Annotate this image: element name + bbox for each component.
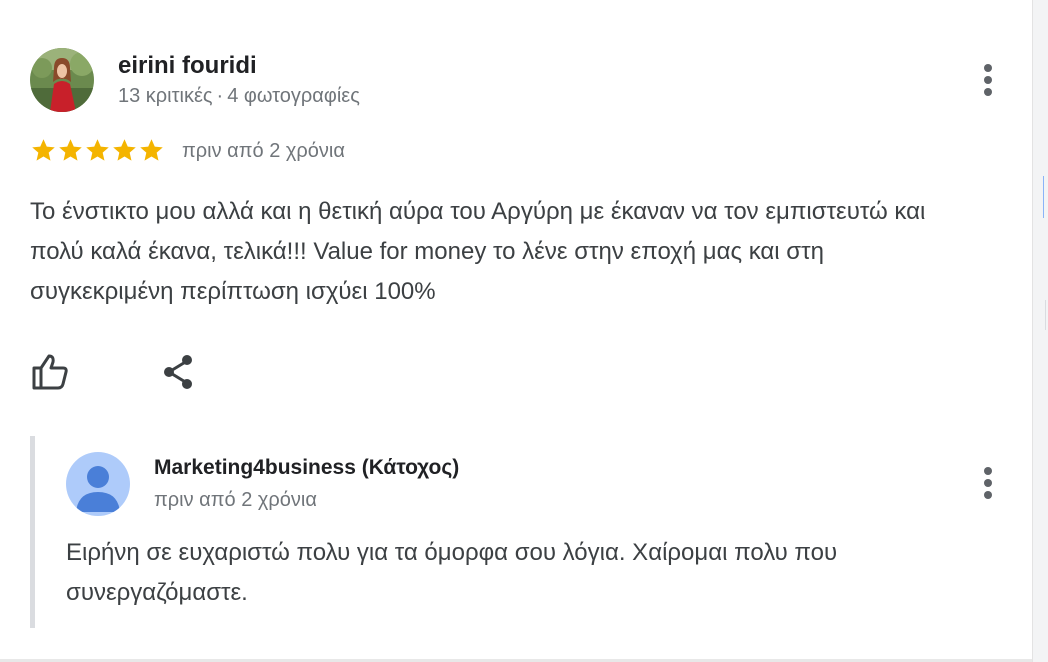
reviewer-photo	[30, 48, 94, 112]
reviewer-name[interactable]: eirini fouridi	[118, 52, 257, 80]
reviewer-meta: 13 κριτικές · 4 φωτογραφίες	[118, 85, 360, 108]
reply-indent-bar	[30, 436, 35, 628]
map-road-line	[1037, 300, 1046, 330]
reply-time: πριν από 2 χρόνια	[154, 489, 317, 511]
star-icon	[113, 139, 136, 161]
star-icon	[86, 139, 109, 161]
thumbs-up-icon	[32, 354, 68, 390]
review-time: πριν από 2 χρόνια	[182, 140, 345, 162]
meta-separator: ·	[216, 85, 224, 107]
reply-text: Ειρήνη σε ευχαριστώ πολυ για τα όμορφα σ…	[66, 539, 838, 606]
person-icon	[76, 466, 120, 512]
star-icon	[59, 139, 82, 161]
reply-more-button[interactable]	[976, 463, 1000, 503]
like-button[interactable]	[28, 350, 72, 394]
share-icon	[164, 355, 192, 389]
review-more-button[interactable]	[976, 60, 1000, 100]
review-text: Το ένστικτο μου αλλά και η θετική αύρα τ…	[30, 198, 926, 305]
map-edge-strip	[1032, 0, 1048, 662]
share-button[interactable]	[156, 350, 200, 394]
owner-name[interactable]: Marketing4business (Κάτοχος)	[154, 456, 459, 480]
reviews-count: 13 κριτικές	[118, 85, 213, 107]
star-icon	[140, 139, 163, 161]
star-rating	[30, 137, 165, 164]
star-icon	[32, 139, 55, 161]
map-marker-line	[1043, 176, 1048, 218]
photos-count: 4 φωτογραφίες	[227, 85, 360, 107]
owner-avatar[interactable]	[66, 452, 130, 516]
reviewer-avatar[interactable]	[30, 48, 94, 112]
